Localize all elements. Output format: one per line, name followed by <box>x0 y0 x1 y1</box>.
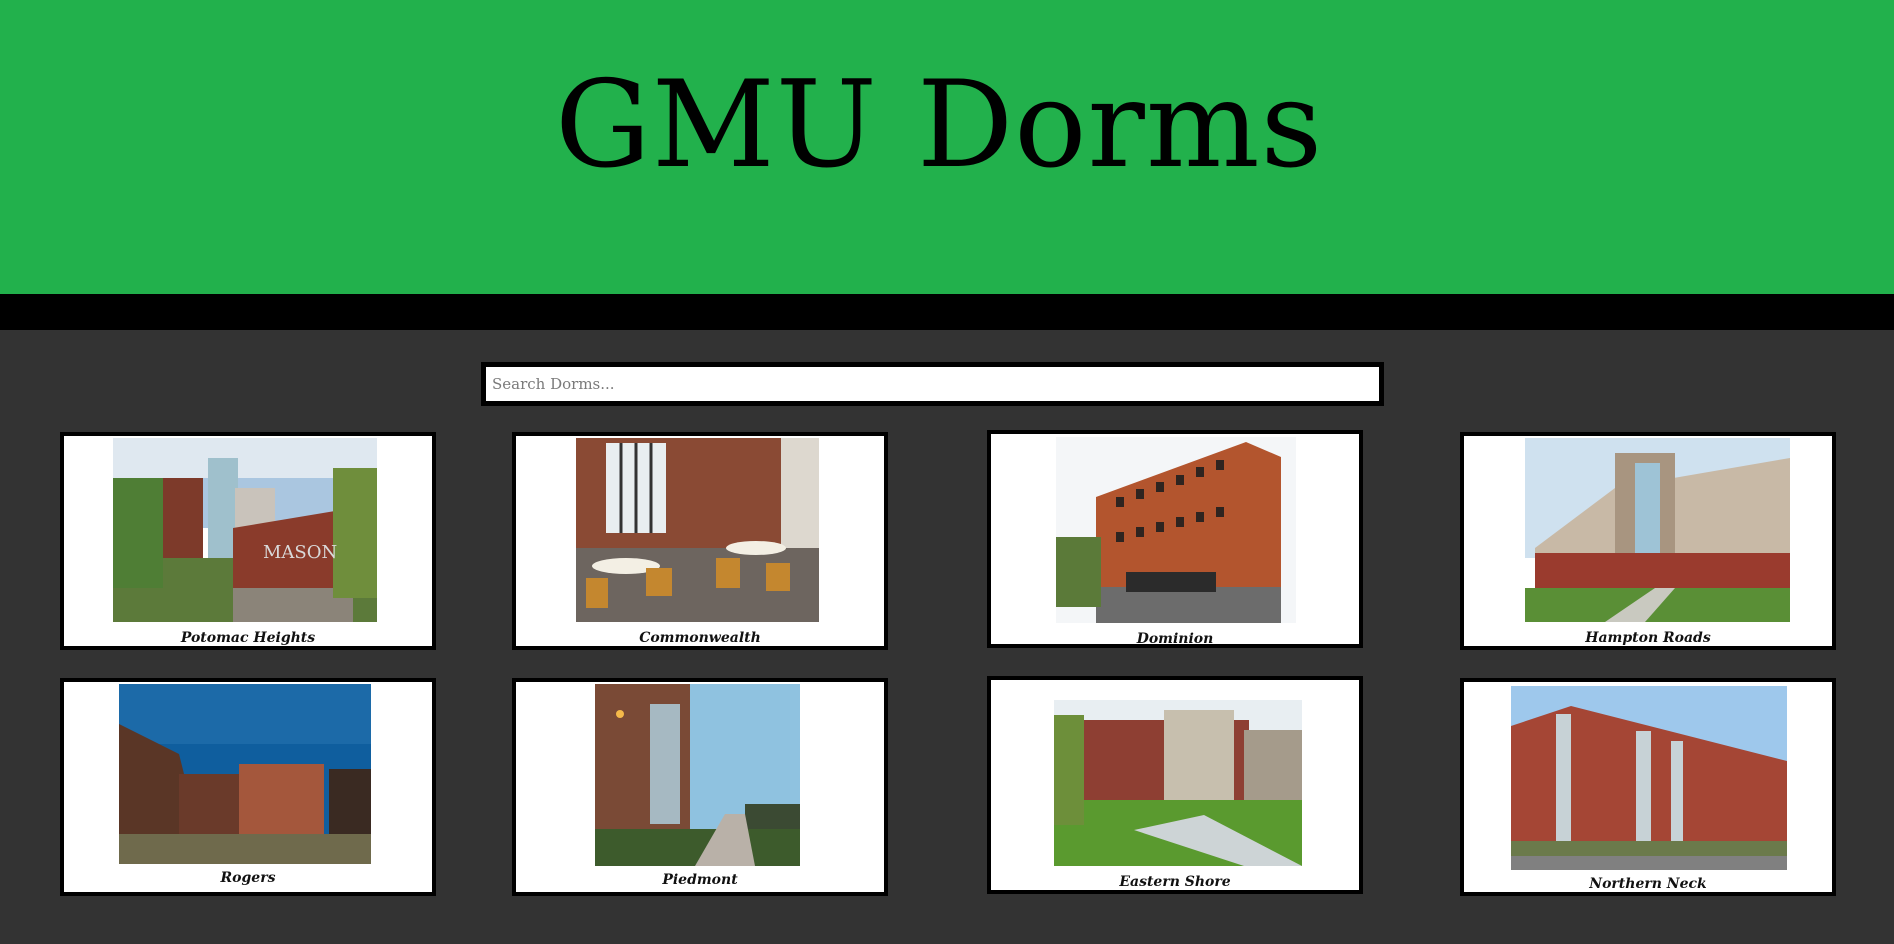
dorm-name: Rogers <box>220 870 276 886</box>
dorm-card-commonwealth[interactable]: Commonwealth <box>512 432 888 650</box>
dorm-name: Commonwealth <box>639 630 761 646</box>
dorm-photo[interactable] <box>595 684 800 866</box>
dorm-name: Dominion <box>1136 631 1214 647</box>
dorm-card-hampton-roads[interactable]: Hampton Roads <box>1460 432 1836 650</box>
dorm-photo[interactable] <box>119 684 371 864</box>
dorm-card-dominion[interactable]: Dominion <box>987 430 1363 648</box>
dorm-photo[interactable] <box>1056 437 1296 623</box>
nav-bar <box>0 294 1894 330</box>
dorm-card-rogers[interactable]: Rogers <box>60 678 436 896</box>
dorm-name: Piedmont <box>662 872 738 888</box>
search-input[interactable] <box>481 362 1384 406</box>
dorm-name: Northern Neck <box>1589 876 1707 892</box>
dorm-card-piedmont[interactable]: Piedmont <box>512 678 888 896</box>
dorm-photo[interactable] <box>1511 686 1787 870</box>
site-header: GMU Dorms <box>0 0 1894 294</box>
dorm-name: Potomac Heights <box>180 630 316 646</box>
dorm-card-northern-neck[interactable]: Northern Neck <box>1460 678 1836 896</box>
dorm-photo[interactable] <box>1054 700 1302 866</box>
dorm-photo[interactable] <box>576 438 819 622</box>
dorm-card-eastern-shore[interactable]: Eastern Shore <box>987 676 1363 894</box>
dorm-photo[interactable]: MASON <box>113 438 377 622</box>
dorm-name: Hampton Roads <box>1585 630 1711 646</box>
page-title: GMU Dorms <box>555 56 1324 195</box>
dorm-name: Eastern Shore <box>1119 874 1231 890</box>
svg-text:MASON: MASON <box>263 542 337 563</box>
dorm-card-potomac-heights[interactable]: MASON Potomac Heights <box>60 432 436 650</box>
dorm-photo[interactable] <box>1525 438 1790 622</box>
